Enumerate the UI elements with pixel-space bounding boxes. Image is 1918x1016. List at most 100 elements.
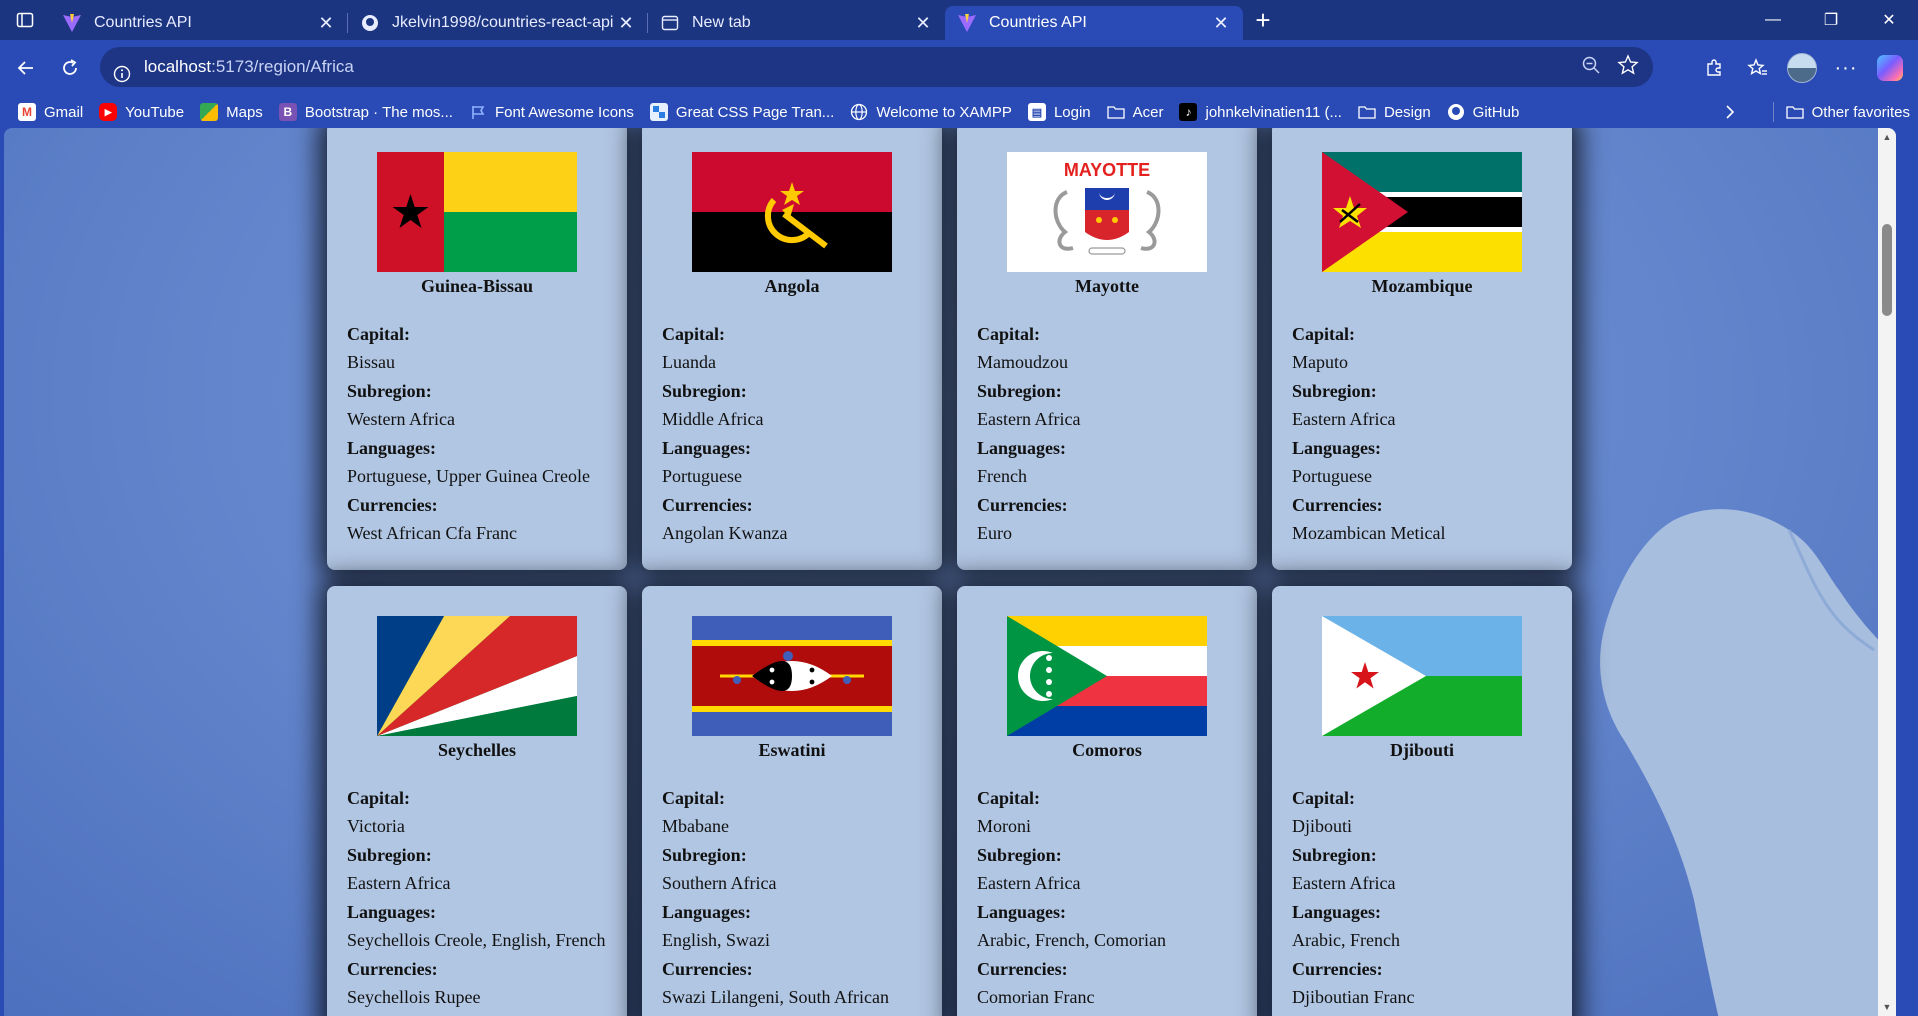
- capital-label: Capital:: [662, 324, 725, 344]
- bookmark-font-awesome[interactable]: Font Awesome Icons: [461, 98, 642, 126]
- window-controls: — ❐ ✕: [1744, 0, 1918, 40]
- favorites-icon[interactable]: [1738, 48, 1778, 88]
- country-card[interactable]: Mozambique Capital: Maputo Subregion: Ea…: [1272, 128, 1572, 570]
- page-viewport: Guinea-Bissau Capital: Bissau Subregion:…: [0, 128, 1918, 1016]
- more-options-icon[interactable]: ···: [1826, 48, 1866, 88]
- subregion-label: Subregion:: [662, 381, 747, 401]
- capital-value: Mamoudzou: [977, 352, 1068, 372]
- bookmark-folder-acer[interactable]: Acer: [1099, 98, 1172, 126]
- extensions-icon[interactable]: [1694, 48, 1734, 88]
- close-tab-icon[interactable]: ✕: [911, 11, 935, 35]
- bookmark-login[interactable]: ▤ Login: [1020, 98, 1099, 126]
- languages-value: French: [977, 466, 1027, 486]
- capital-label: Capital:: [347, 788, 410, 808]
- bookmark-css-transitions[interactable]: Great CSS Page Tran...: [642, 98, 842, 126]
- bookmarks-overflow-chevron-icon[interactable]: [1716, 96, 1744, 128]
- tab-github[interactable]: Jkelvin1998/countries-react-api-fi ✕: [348, 6, 648, 40]
- scroll-down-icon[interactable]: ▼: [1878, 998, 1896, 1016]
- bookmark-bootstrap[interactable]: B Bootstrap · The mos...: [271, 98, 461, 126]
- close-tab-icon[interactable]: ✕: [614, 11, 638, 35]
- zoom-icon[interactable]: [1581, 55, 1601, 80]
- map-land-decoration: [1600, 509, 1896, 1016]
- bookmark-youtube[interactable]: ▶ YouTube: [91, 98, 192, 126]
- country-card[interactable]: Guinea-Bissau Capital: Bissau Subregion:…: [327, 128, 627, 570]
- flag-image: [692, 152, 892, 272]
- languages-label: Languages:: [347, 902, 437, 922]
- languages-label: Languages:: [662, 438, 752, 458]
- address-bar[interactable]: localhost:5173/region/Africa: [100, 47, 1653, 87]
- subregion-label: Subregion:: [977, 381, 1062, 401]
- languages-value: Portuguese: [1292, 466, 1372, 486]
- other-favorites[interactable]: Other favorites: [1772, 96, 1910, 128]
- tab-countries-api-active[interactable]: Countries API ✕: [945, 6, 1243, 40]
- languages-value: Seychellois Creole, English, French: [347, 930, 606, 950]
- subregion-label: Subregion:: [662, 845, 747, 865]
- tiktok-icon: ♪: [1179, 103, 1198, 121]
- url-text: localhost:5173/region/Africa: [144, 57, 354, 76]
- bookmark-gmail[interactable]: M Gmail: [10, 98, 91, 126]
- minimize-icon[interactable]: —: [1744, 0, 1802, 40]
- country-card-grid: Guinea-Bissau Capital: Bissau Subregion:…: [327, 128, 1582, 1016]
- tab-new-tab[interactable]: New tab ✕: [648, 6, 945, 40]
- flag-image: [377, 616, 577, 736]
- capital-value: Mbabane: [662, 816, 729, 836]
- github-icon: [360, 13, 380, 33]
- login-icon: ▤: [1027, 103, 1046, 121]
- bookmark-xampp[interactable]: Welcome to XAMPP: [842, 98, 1020, 126]
- country-card[interactable]: Eswatini Capital: Mbabane Subregion: Sou…: [642, 586, 942, 1016]
- languages-value: Arabic, French: [1292, 930, 1400, 950]
- currencies-label: Currencies:: [1292, 959, 1383, 979]
- currencies-label: Currencies:: [662, 495, 753, 515]
- subregion-value: Middle Africa: [662, 409, 764, 429]
- profile-avatar[interactable]: [1782, 48, 1822, 88]
- country-card[interactable]: Angola Capital: Luanda Subregion: Middle…: [642, 128, 942, 570]
- subregion-label: Subregion:: [1292, 381, 1377, 401]
- flag-icon: [469, 103, 487, 121]
- bookmark-folder-design[interactable]: Design: [1350, 98, 1439, 126]
- copilot-icon[interactable]: [1870, 48, 1910, 88]
- currencies-label: Currencies:: [977, 959, 1068, 979]
- bookmark-maps[interactable]: Maps: [192, 98, 271, 126]
- maps-icon: [200, 103, 219, 121]
- page-background: Guinea-Bissau Capital: Bissau Subregion:…: [4, 128, 1896, 1016]
- favorite-star-icon[interactable]: [1617, 53, 1639, 81]
- close-tab-icon[interactable]: ✕: [314, 11, 338, 35]
- scrollbar-thumb[interactable]: [1882, 224, 1892, 316]
- currencies-label: Currencies:: [1292, 495, 1383, 515]
- currencies-value: Djiboutian Franc: [1292, 987, 1415, 1007]
- back-icon[interactable]: [8, 50, 44, 86]
- scroll-up-icon[interactable]: ▲: [1878, 128, 1896, 146]
- country-card[interactable]: Comoros Capital: Moroni Subregion: Easte…: [957, 586, 1257, 1016]
- country-name: Mozambique: [1371, 276, 1473, 296]
- page-scrollbar[interactable]: ▲ ▼: [1878, 128, 1896, 1016]
- capital-value: Bissau: [347, 352, 396, 372]
- currencies-label: Currencies:: [347, 495, 438, 515]
- currencies-value: Mozambican Metical: [1292, 523, 1446, 543]
- close-tab-icon[interactable]: ✕: [1209, 11, 1233, 35]
- currencies-label: Currencies:: [977, 495, 1068, 515]
- tab-actions-icon[interactable]: [0, 0, 50, 40]
- close-window-icon[interactable]: ✕: [1860, 0, 1918, 40]
- country-card[interactable]: MAYOTTE Mayotte Capital: Mamoudzou Subre…: [957, 128, 1257, 570]
- subregion-label: Subregion:: [347, 381, 432, 401]
- languages-value: Portuguese, Upper Guinea Creole: [347, 466, 590, 486]
- bookmark-tiktok[interactable]: ♪ johnkelvinatien11 (...: [1171, 98, 1349, 126]
- tab-countries-api-1[interactable]: Countries API ✕: [50, 6, 348, 40]
- tab-strip: Countries API ✕ Jkelvin1998/countries-re…: [0, 0, 1918, 40]
- country-name: Mayotte: [1075, 276, 1139, 296]
- reload-icon[interactable]: [52, 50, 88, 86]
- browser-toolbar: localhost:5173/region/Africa ···: [0, 40, 1918, 96]
- capital-label: Capital:: [977, 324, 1040, 344]
- restore-icon[interactable]: ❐: [1802, 0, 1860, 40]
- bookmark-github[interactable]: GitHub: [1439, 98, 1528, 126]
- new-tab-button[interactable]: +: [1243, 0, 1283, 40]
- globe-icon: [850, 103, 868, 121]
- currencies-value: Seychellois Rupee: [347, 987, 481, 1007]
- country-card[interactable]: Djibouti Capital: Djibouti Subregion: Ea…: [1272, 586, 1572, 1016]
- languages-label: Languages:: [977, 438, 1067, 458]
- site-info-icon[interactable]: [100, 65, 144, 83]
- gmail-icon: M: [18, 103, 36, 121]
- tab-title: Jkelvin1998/countries-react-api-fi: [392, 14, 614, 31]
- country-card[interactable]: Seychelles Capital: Victoria Subregion: …: [327, 586, 627, 1016]
- country-name: Seychelles: [438, 740, 516, 760]
